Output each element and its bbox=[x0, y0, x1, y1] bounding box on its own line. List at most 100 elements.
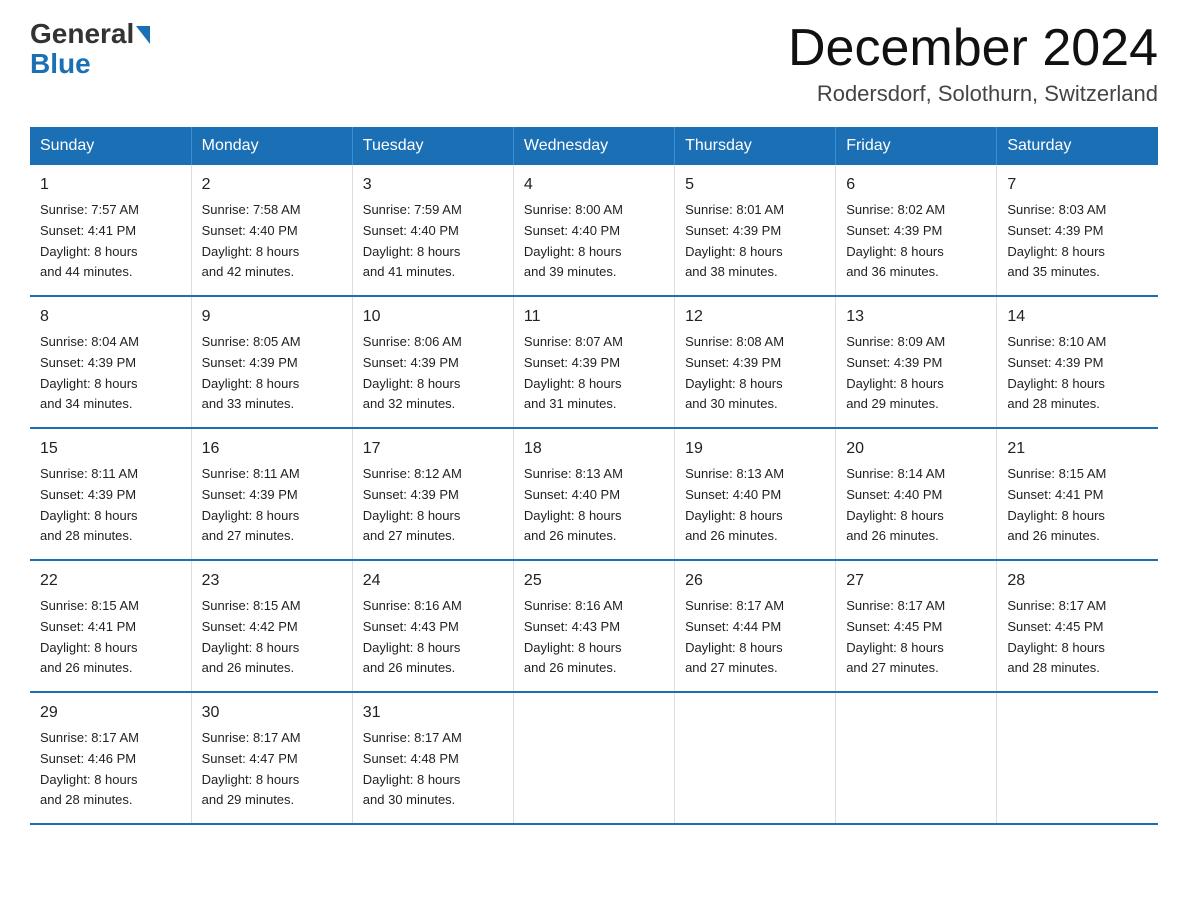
day-number: 16 bbox=[202, 437, 342, 462]
day-info: Sunrise: 8:01 AMSunset: 4:39 PMDaylight:… bbox=[685, 200, 825, 283]
day-info: Sunrise: 8:11 AMSunset: 4:39 PMDaylight:… bbox=[202, 464, 342, 547]
day-number: 6 bbox=[846, 173, 986, 198]
day-info: Sunrise: 8:09 AMSunset: 4:39 PMDaylight:… bbox=[846, 332, 986, 415]
day-number: 10 bbox=[363, 305, 503, 330]
calendar-week-row: 29Sunrise: 8:17 AMSunset: 4:46 PMDayligh… bbox=[30, 692, 1158, 824]
day-info: Sunrise: 8:15 AMSunset: 4:42 PMDaylight:… bbox=[202, 596, 342, 679]
calendar-cell: 26Sunrise: 8:17 AMSunset: 4:44 PMDayligh… bbox=[675, 560, 836, 692]
day-info: Sunrise: 8:17 AMSunset: 4:48 PMDaylight:… bbox=[363, 728, 503, 811]
calendar-cell: 24Sunrise: 8:16 AMSunset: 4:43 PMDayligh… bbox=[352, 560, 513, 692]
day-info: Sunrise: 8:17 AMSunset: 4:45 PMDaylight:… bbox=[1007, 596, 1148, 679]
day-info: Sunrise: 8:00 AMSunset: 4:40 PMDaylight:… bbox=[524, 200, 664, 283]
day-number: 11 bbox=[524, 305, 664, 330]
calendar-cell: 14Sunrise: 8:10 AMSunset: 4:39 PMDayligh… bbox=[997, 296, 1158, 428]
day-info: Sunrise: 8:04 AMSunset: 4:39 PMDaylight:… bbox=[40, 332, 181, 415]
day-info: Sunrise: 8:07 AMSunset: 4:39 PMDaylight:… bbox=[524, 332, 664, 415]
calendar-cell: 6Sunrise: 8:02 AMSunset: 4:39 PMDaylight… bbox=[836, 165, 997, 296]
column-header-sunday: Sunday bbox=[30, 127, 191, 165]
logo-arrow-icon bbox=[136, 26, 150, 44]
calendar-header-row: SundayMondayTuesdayWednesdayThursdayFrid… bbox=[30, 127, 1158, 165]
day-number: 14 bbox=[1007, 305, 1148, 330]
calendar-cell: 7Sunrise: 8:03 AMSunset: 4:39 PMDaylight… bbox=[997, 165, 1158, 296]
day-info: Sunrise: 8:13 AMSunset: 4:40 PMDaylight:… bbox=[524, 464, 664, 547]
calendar-cell bbox=[675, 692, 836, 824]
calendar-cell: 4Sunrise: 8:00 AMSunset: 4:40 PMDaylight… bbox=[513, 165, 674, 296]
day-number: 7 bbox=[1007, 173, 1148, 198]
day-number: 17 bbox=[363, 437, 503, 462]
day-number: 18 bbox=[524, 437, 664, 462]
day-number: 13 bbox=[846, 305, 986, 330]
day-info: Sunrise: 8:06 AMSunset: 4:39 PMDaylight:… bbox=[363, 332, 503, 415]
calendar-cell bbox=[997, 692, 1158, 824]
column-header-friday: Friday bbox=[836, 127, 997, 165]
logo-general-text: General bbox=[30, 20, 134, 48]
day-info: Sunrise: 8:16 AMSunset: 4:43 PMDaylight:… bbox=[524, 596, 664, 679]
calendar-cell: 2Sunrise: 7:58 AMSunset: 4:40 PMDaylight… bbox=[191, 165, 352, 296]
calendar-cell bbox=[513, 692, 674, 824]
calendar-cell: 31Sunrise: 8:17 AMSunset: 4:48 PMDayligh… bbox=[352, 692, 513, 824]
calendar-cell: 20Sunrise: 8:14 AMSunset: 4:40 PMDayligh… bbox=[836, 428, 997, 560]
calendar-cell: 12Sunrise: 8:08 AMSunset: 4:39 PMDayligh… bbox=[675, 296, 836, 428]
day-number: 25 bbox=[524, 569, 664, 594]
day-info: Sunrise: 8:17 AMSunset: 4:44 PMDaylight:… bbox=[685, 596, 825, 679]
day-info: Sunrise: 7:57 AMSunset: 4:41 PMDaylight:… bbox=[40, 200, 181, 283]
day-number: 1 bbox=[40, 173, 181, 198]
day-number: 3 bbox=[363, 173, 503, 198]
day-number: 4 bbox=[524, 173, 664, 198]
calendar-cell: 13Sunrise: 8:09 AMSunset: 4:39 PMDayligh… bbox=[836, 296, 997, 428]
calendar-cell: 21Sunrise: 8:15 AMSunset: 4:41 PMDayligh… bbox=[997, 428, 1158, 560]
calendar-cell: 25Sunrise: 8:16 AMSunset: 4:43 PMDayligh… bbox=[513, 560, 674, 692]
calendar-cell: 15Sunrise: 8:11 AMSunset: 4:39 PMDayligh… bbox=[30, 428, 191, 560]
day-number: 19 bbox=[685, 437, 825, 462]
day-number: 31 bbox=[363, 701, 503, 726]
calendar-cell: 1Sunrise: 7:57 AMSunset: 4:41 PMDaylight… bbox=[30, 165, 191, 296]
day-number: 15 bbox=[40, 437, 181, 462]
column-header-saturday: Saturday bbox=[997, 127, 1158, 165]
day-number: 24 bbox=[363, 569, 503, 594]
day-info: Sunrise: 8:17 AMSunset: 4:46 PMDaylight:… bbox=[40, 728, 181, 811]
day-info: Sunrise: 8:16 AMSunset: 4:43 PMDaylight:… bbox=[363, 596, 503, 679]
day-info: Sunrise: 8:17 AMSunset: 4:47 PMDaylight:… bbox=[202, 728, 342, 811]
day-info: Sunrise: 8:14 AMSunset: 4:40 PMDaylight:… bbox=[846, 464, 986, 547]
day-number: 26 bbox=[685, 569, 825, 594]
day-info: Sunrise: 8:05 AMSunset: 4:39 PMDaylight:… bbox=[202, 332, 342, 415]
calendar-cell: 23Sunrise: 8:15 AMSunset: 4:42 PMDayligh… bbox=[191, 560, 352, 692]
day-info: Sunrise: 8:11 AMSunset: 4:39 PMDaylight:… bbox=[40, 464, 181, 547]
title-area: December 2024 Rodersdorf, Solothurn, Swi… bbox=[788, 20, 1158, 107]
calendar-cell: 22Sunrise: 8:15 AMSunset: 4:41 PMDayligh… bbox=[30, 560, 191, 692]
day-number: 23 bbox=[202, 569, 342, 594]
day-info: Sunrise: 8:03 AMSunset: 4:39 PMDaylight:… bbox=[1007, 200, 1148, 283]
calendar-cell: 11Sunrise: 8:07 AMSunset: 4:39 PMDayligh… bbox=[513, 296, 674, 428]
calendar-cell: 29Sunrise: 8:17 AMSunset: 4:46 PMDayligh… bbox=[30, 692, 191, 824]
day-number: 28 bbox=[1007, 569, 1148, 594]
calendar-cell: 28Sunrise: 8:17 AMSunset: 4:45 PMDayligh… bbox=[997, 560, 1158, 692]
day-info: Sunrise: 8:10 AMSunset: 4:39 PMDaylight:… bbox=[1007, 332, 1148, 415]
calendar-week-row: 22Sunrise: 8:15 AMSunset: 4:41 PMDayligh… bbox=[30, 560, 1158, 692]
calendar-cell: 16Sunrise: 8:11 AMSunset: 4:39 PMDayligh… bbox=[191, 428, 352, 560]
day-number: 5 bbox=[685, 173, 825, 198]
day-number: 27 bbox=[846, 569, 986, 594]
logo: General Blue bbox=[30, 20, 150, 80]
column-header-tuesday: Tuesday bbox=[352, 127, 513, 165]
calendar-week-row: 8Sunrise: 8:04 AMSunset: 4:39 PMDaylight… bbox=[30, 296, 1158, 428]
day-info: Sunrise: 7:58 AMSunset: 4:40 PMDaylight:… bbox=[202, 200, 342, 283]
logo-blue-text: Blue bbox=[30, 48, 91, 80]
day-number: 2 bbox=[202, 173, 342, 198]
day-number: 29 bbox=[40, 701, 181, 726]
calendar-table: SundayMondayTuesdayWednesdayThursdayFrid… bbox=[30, 127, 1158, 825]
day-number: 30 bbox=[202, 701, 342, 726]
calendar-cell: 5Sunrise: 8:01 AMSunset: 4:39 PMDaylight… bbox=[675, 165, 836, 296]
day-number: 9 bbox=[202, 305, 342, 330]
calendar-cell: 3Sunrise: 7:59 AMSunset: 4:40 PMDaylight… bbox=[352, 165, 513, 296]
calendar-cell: 9Sunrise: 8:05 AMSunset: 4:39 PMDaylight… bbox=[191, 296, 352, 428]
calendar-cell bbox=[836, 692, 997, 824]
day-info: Sunrise: 7:59 AMSunset: 4:40 PMDaylight:… bbox=[363, 200, 503, 283]
day-info: Sunrise: 8:15 AMSunset: 4:41 PMDaylight:… bbox=[40, 596, 181, 679]
location-title: Rodersdorf, Solothurn, Switzerland bbox=[788, 81, 1158, 107]
column-header-monday: Monday bbox=[191, 127, 352, 165]
day-number: 8 bbox=[40, 305, 181, 330]
calendar-week-row: 1Sunrise: 7:57 AMSunset: 4:41 PMDaylight… bbox=[30, 165, 1158, 296]
day-info: Sunrise: 8:13 AMSunset: 4:40 PMDaylight:… bbox=[685, 464, 825, 547]
day-info: Sunrise: 8:02 AMSunset: 4:39 PMDaylight:… bbox=[846, 200, 986, 283]
month-title: December 2024 bbox=[788, 20, 1158, 77]
